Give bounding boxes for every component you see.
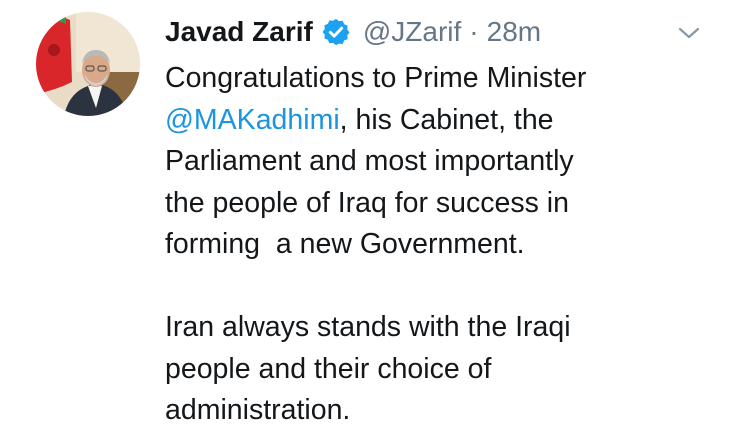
author-handle[interactable]: @JZarif: [363, 16, 461, 48]
avatar[interactable]: [36, 12, 140, 116]
tweet-text-line: @MAKadhimi, his Cabinet, the: [165, 100, 715, 142]
tweet-text: Congratulations to Prime Minister @MAKad…: [165, 58, 715, 432]
tweet-text-line: Parliament and most importantly: [165, 145, 574, 177]
author-name[interactable]: Javad Zarif: [165, 16, 313, 48]
tweet-text-line: Congratulations to Prime Minister: [165, 62, 587, 94]
tweet-text-line: the people of Iraq for success in: [165, 186, 569, 219]
tweet: Javad Zarif @JZarif · 28m Congratulation…: [0, 0, 740, 441]
tweet-text-line: Iran always stands with the Iraqi: [165, 311, 571, 343]
mention-link[interactable]: @MAKadhimi: [165, 104, 340, 136]
separator-dot: ·: [469, 16, 479, 47]
tweet-text-fragment: , his Cabinet, the: [339, 103, 554, 136]
tweet-text-line: administration.: [165, 394, 351, 426]
verified-badge-icon: [321, 17, 351, 47]
tweet-header: Javad Zarif @JZarif · 28m: [165, 12, 541, 52]
tweet-text-line: forming a new Government.: [165, 228, 525, 260]
avatar-photo: [36, 12, 140, 116]
chevron-down-icon[interactable]: [674, 18, 704, 48]
tweet-timestamp[interactable]: 28m: [487, 16, 541, 48]
tweet-text-line: people and their choice of: [165, 352, 492, 385]
